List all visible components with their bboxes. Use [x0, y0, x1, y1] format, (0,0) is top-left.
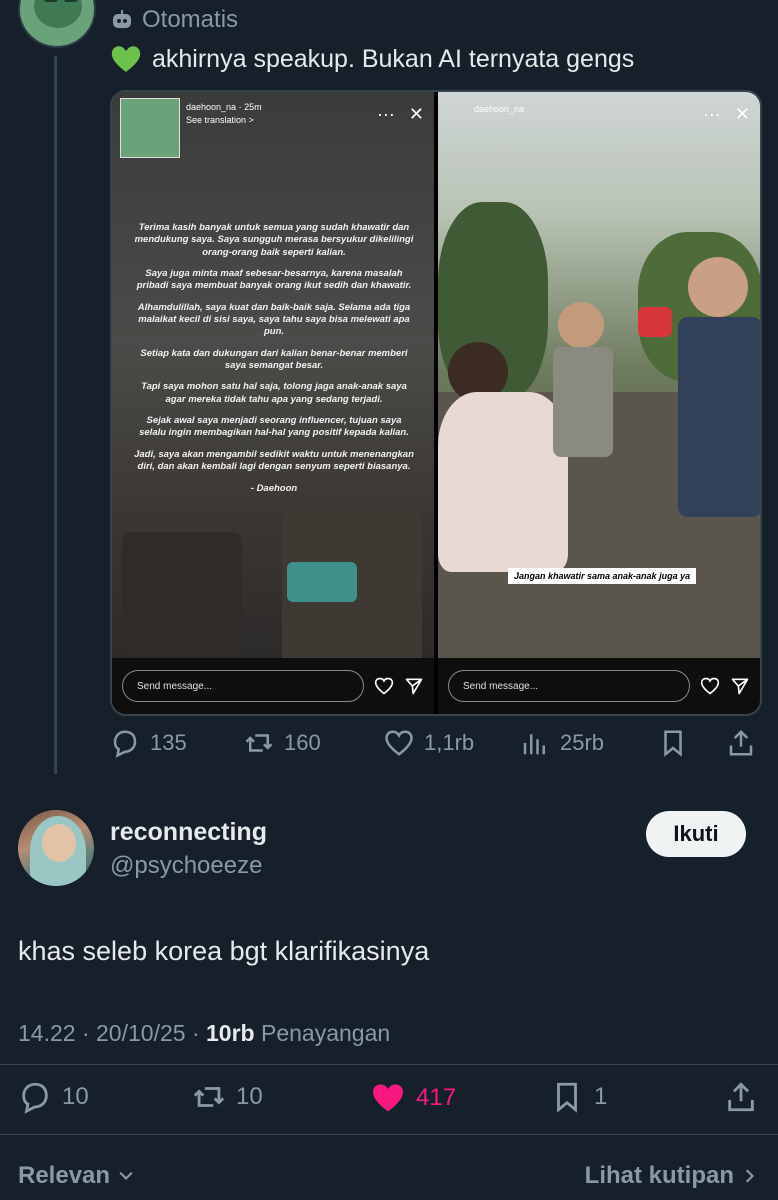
repost-button[interactable]: 160 — [244, 728, 321, 758]
media-container[interactable]: daehoon_na · 25m See translation > ··· ✕… — [110, 90, 762, 716]
story-statement: Terima kasih banyak untuk semua yang sud… — [132, 222, 416, 504]
divider — [0, 1134, 778, 1135]
repost-icon — [245, 734, 273, 752]
reply-button[interactable]: 135 — [110, 728, 187, 758]
reply-count: 10 — [62, 1083, 89, 1110]
see-translation-link[interactable]: See translation > — [186, 115, 262, 125]
reply-count: 135 — [150, 730, 187, 755]
views-count: 10rb — [206, 1020, 255, 1046]
send-message-input[interactable]: Send message... — [448, 670, 690, 702]
reply-avatar[interactable] — [18, 810, 94, 886]
views-label: Penayangan — [260, 1020, 391, 1046]
story-avatar — [120, 98, 180, 158]
chevron-right-icon — [745, 1169, 754, 1183]
views-button[interactable]: 25rb — [520, 728, 604, 758]
sort-dropdown[interactable]: Relevan — [18, 1162, 136, 1190]
repost-icon — [193, 1087, 225, 1107]
like-button[interactable]: 1,1rb — [384, 728, 474, 758]
story-caption: Jangan khawatir sama anak-anak juga ya — [508, 568, 697, 584]
reply-text: khas seleb korea bgt klarifikasinya — [18, 936, 430, 966]
reply-icon — [113, 730, 137, 758]
reply-icon — [22, 1082, 48, 1114]
reply-author-handle[interactable]: @psychoeeze — [110, 852, 262, 880]
follow-button[interactable]: Ikuti — [646, 811, 746, 857]
statement-paragraph: Alhamdulillah, saya kuat dan baik-baik s… — [137, 301, 411, 338]
post-text: akhirnya speakup. Bukan AI ternyata geng… — [110, 44, 634, 74]
reply-author-name[interactable]: reconnecting — [110, 818, 267, 847]
reply-date[interactable]: 20/10/25 — [96, 1020, 186, 1046]
close-icon[interactable]: ✕ — [409, 104, 424, 125]
statement-paragraph: Sejak awal saya menjadi seorang influenc… — [139, 415, 409, 439]
avatar-eye — [44, 0, 58, 2]
view-quotes-label: Lihat kutipan — [584, 1162, 734, 1189]
repost-count: 160 — [284, 730, 321, 755]
share-icon — [728, 1082, 754, 1112]
story-screenshot-right[interactable]: daehoon_na ··· ✕ Jangan khawatir sama an… — [438, 92, 760, 714]
reply-sort-bar: Relevan Lihat kutipan — [0, 1156, 778, 1196]
chevron-down-icon — [119, 1171, 133, 1180]
reply-button[interactable]: 10 — [18, 1080, 89, 1114]
statement-paragraph: Saya juga minta maaf sebesar-besarnya, k… — [136, 268, 412, 292]
divider — [0, 1064, 778, 1065]
view-quotes-link[interactable]: Lihat kutipan — [585, 1162, 760, 1190]
statement-paragraph: Tapi saya mohon satu hal saja, tolong ja… — [141, 381, 407, 405]
statement-paragraph: Terima kasih banyak untuk semua yang sud… — [134, 222, 414, 258]
heart-icon — [385, 730, 413, 756]
heart-icon[interactable] — [374, 676, 394, 696]
post-body: akhirnya speakup. Bukan AI ternyata geng… — [152, 44, 635, 73]
heart-icon[interactable] — [700, 676, 720, 696]
share-icon — [729, 729, 753, 756]
sort-label: Relevan — [18, 1162, 111, 1189]
send-icon[interactable] — [730, 676, 750, 696]
bookmark-icon — [664, 730, 682, 757]
automated-label: Otomatis — [110, 6, 238, 34]
bookmark-count: 1 — [594, 1083, 608, 1110]
reply-meta: 14.22 · 20/10/25 · 10rb Penayangan — [18, 1020, 391, 1046]
statement-signature: - Daehoon — [250, 482, 298, 494]
story-username: daehoon_na — [474, 104, 525, 114]
heart-filled-icon — [373, 1084, 403, 1112]
send-message-input[interactable]: Send message... — [122, 670, 364, 702]
bot-icon — [113, 10, 131, 28]
story-footer: Send message... — [438, 658, 760, 714]
story-footer: Send message... — [112, 658, 434, 714]
share-button[interactable] — [724, 1080, 758, 1114]
like-count: 1,1rb — [424, 730, 475, 755]
story-username: daehoon_na — [186, 102, 237, 112]
bookmark-button[interactable] — [658, 728, 688, 758]
green-heart-icon — [111, 46, 141, 72]
repost-count: 10 — [236, 1083, 263, 1110]
like-button[interactable]: 417 — [370, 1080, 456, 1116]
reply-action-bar: 10 10 417 1 — [0, 1078, 778, 1118]
repost-button[interactable]: 10 — [192, 1080, 263, 1114]
statement-paragraph: Jadi, saya akan mengambil sedikit waktu … — [134, 448, 414, 473]
share-button[interactable] — [726, 728, 756, 758]
post-action-bar: 135 160 1,1rb 25rb — [0, 726, 778, 766]
reply-time[interactable]: 14.22 — [18, 1020, 76, 1046]
like-count: 417 — [416, 1084, 457, 1111]
bookmark-icon — [557, 1082, 577, 1113]
analytics-icon — [523, 734, 545, 755]
author-display: Otomatis — [142, 6, 239, 33]
bookmark-button[interactable]: 1 — [550, 1080, 607, 1114]
more-icon[interactable]: ··· — [703, 104, 721, 125]
story-screenshot-left[interactable]: daehoon_na · 25m See translation > ··· ✕… — [112, 92, 434, 714]
close-icon[interactable]: ✕ — [735, 104, 750, 125]
avatar[interactable] — [18, 0, 96, 48]
thread-line — [54, 56, 57, 774]
views-count: 25rb — [560, 730, 605, 755]
statement-paragraph: Setiap kata dan dukungan dari kalian ben… — [140, 347, 408, 372]
avatar-face — [34, 0, 82, 28]
send-icon[interactable] — [404, 676, 424, 696]
more-icon[interactable]: ··· — [377, 104, 395, 125]
story-time: 25m — [244, 102, 262, 112]
avatar-eye — [64, 0, 78, 2]
